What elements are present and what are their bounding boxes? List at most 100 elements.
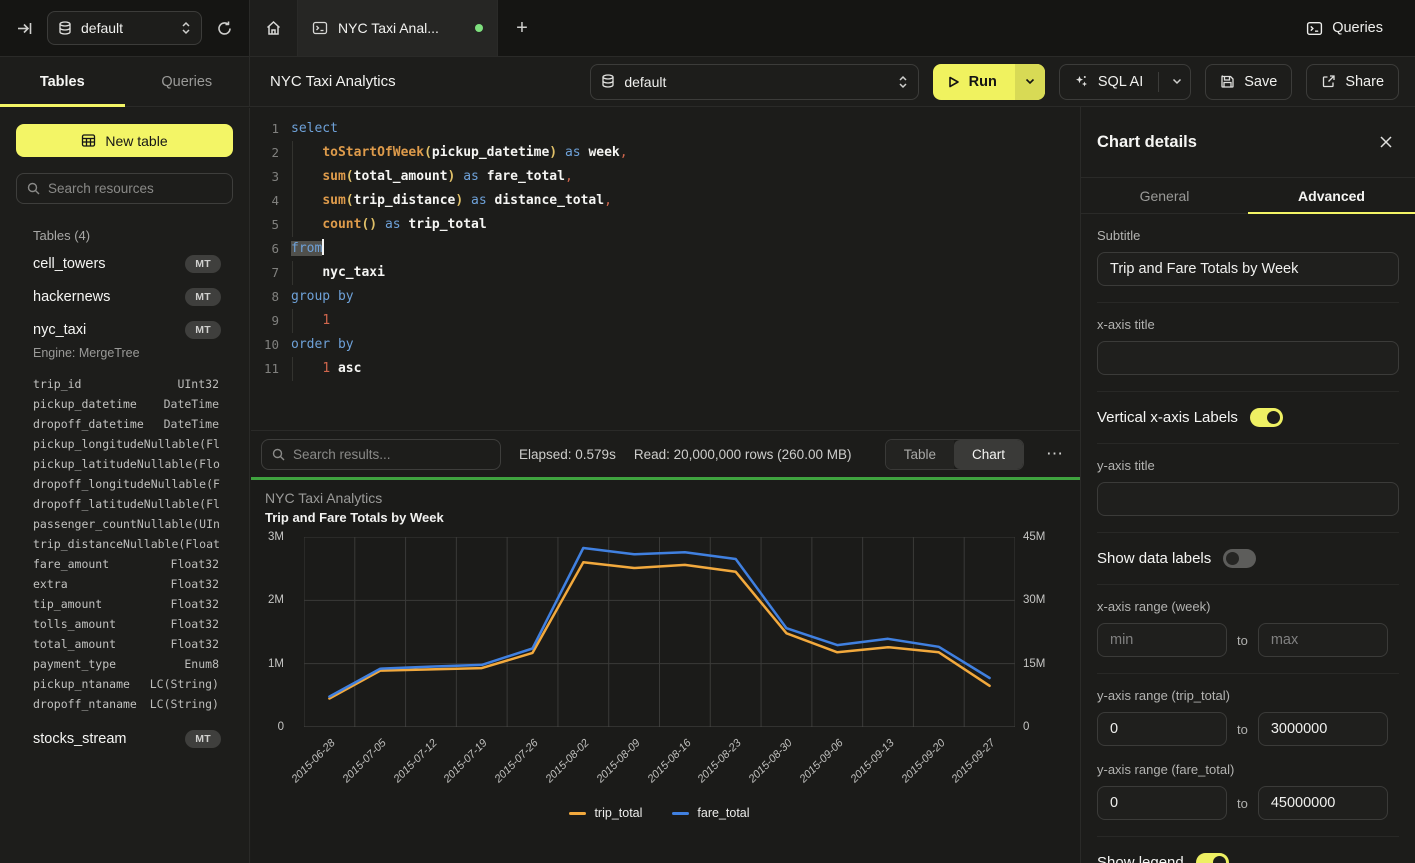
- sql-editor[interactable]: 1select2 toStartOfWeek(pickup_datetime) …: [251, 108, 1080, 430]
- collapse-sidebar-icon[interactable]: [16, 20, 33, 37]
- table-item-stocks-stream[interactable]: stocks_stream MT: [16, 722, 233, 755]
- run-label: Run: [969, 74, 997, 90]
- y-range-trip-max-input[interactable]: [1258, 712, 1388, 746]
- tab-strip: NYC Taxi Anal... +: [250, 0, 1294, 56]
- y-range-fare-min-input[interactable]: [1097, 786, 1227, 820]
- show-legend-label: Show legend: [1097, 854, 1184, 863]
- code-line: 5 count() as trip_total: [251, 213, 1080, 237]
- view-toggle-chart[interactable]: Chart: [954, 440, 1023, 469]
- new-table-button[interactable]: New table: [16, 124, 233, 157]
- column-row: tip_amountFloat32: [33, 594, 219, 614]
- share-label: Share: [1345, 74, 1384, 90]
- legend-item-trip-total[interactable]: trip_total: [569, 806, 642, 820]
- queries-top-label: Queries: [1332, 20, 1383, 36]
- close-icon[interactable]: [1379, 135, 1393, 149]
- y-axis-range-fare-group: y-axis range (fare_total) to: [1097, 762, 1399, 837]
- y-axis-range-fare-label: y-axis range (fare_total): [1097, 762, 1399, 777]
- database-selector[interactable]: default: [47, 11, 202, 45]
- code-line: 10order by: [251, 333, 1080, 357]
- new-table-label: New table: [105, 133, 167, 149]
- y-axis-range-trip-label: y-axis range (trip_total): [1097, 688, 1399, 703]
- column-row: pickup_longitudeNullable(Fl: [33, 434, 219, 454]
- y-tick-left: 0: [251, 720, 293, 734]
- subtitle-input[interactable]: [1097, 252, 1399, 286]
- legend-item-fare-total[interactable]: fare_total: [672, 806, 749, 820]
- y-tick-right: 30M: [1023, 593, 1073, 607]
- table-name: hackernews: [33, 289, 185, 305]
- table-name: nyc_taxi: [33, 322, 185, 338]
- x-axis-title-input[interactable]: [1097, 341, 1399, 375]
- column-row: dropoff_datetimeDateTime: [33, 414, 219, 434]
- x-axis-title-field-group: x-axis title: [1097, 303, 1399, 392]
- engine-badge: MT: [185, 255, 221, 273]
- refresh-icon[interactable]: [216, 20, 233, 37]
- chart-details-title: Chart details: [1097, 133, 1197, 152]
- legend-label: fare_total: [697, 806, 749, 820]
- sql-ai-label: SQL AI: [1098, 74, 1143, 90]
- column-row: pickup_ntanameLC(String): [33, 674, 219, 694]
- database-icon: [601, 74, 615, 89]
- query-tab[interactable]: NYC Taxi Anal...: [298, 0, 498, 56]
- x-axis-title-label: x-axis title: [1097, 317, 1399, 332]
- top-bar: default NYC Taxi Anal...: [0, 0, 1415, 57]
- nyc-taxi-columns-list: trip_idUInt32pickup_datetimeDateTimedrop…: [16, 374, 233, 714]
- vertical-x-axis-labels-toggle[interactable]: [1250, 408, 1283, 427]
- sql-ai-button[interactable]: SQL AI: [1059, 64, 1191, 100]
- vertical-x-axis-labels-row: Vertical x-axis Labels: [1097, 392, 1399, 444]
- query-tab-title: NYC Taxi Anal...: [338, 20, 465, 36]
- tab-tables[interactable]: Tables: [0, 57, 125, 106]
- search-icon: [27, 182, 40, 195]
- chart-details-panel: Chart details General Advanced Subtitle …: [1080, 107, 1415, 863]
- show-legend-toggle[interactable]: [1196, 853, 1229, 863]
- column-row: fare_amountFloat32: [33, 554, 219, 574]
- y-axis-title-field-group: y-axis title: [1097, 444, 1399, 533]
- x-range-min-input[interactable]: [1097, 623, 1227, 657]
- updown-chevron-icon: [898, 75, 908, 89]
- x-range-max-input[interactable]: [1258, 623, 1388, 657]
- terminal-icon: [312, 20, 328, 36]
- new-tab-button[interactable]: +: [498, 0, 546, 56]
- text-cursor: [322, 239, 324, 255]
- y-tick-left: 2M: [251, 593, 293, 607]
- chart-details-tabs: General Advanced: [1081, 178, 1415, 214]
- page-title: NYC Taxi Analytics: [270, 73, 576, 90]
- chart-subtitle: Trip and Fare Totals by Week: [265, 510, 444, 525]
- database-selector-value: default: [81, 20, 172, 36]
- y-range-fare-max-input[interactable]: [1258, 786, 1388, 820]
- sql-ai-chevron-icon[interactable]: [1172, 78, 1182, 85]
- table-item-nyc-taxi[interactable]: nyc_taxi MT: [16, 313, 233, 346]
- tab-advanced[interactable]: Advanced: [1248, 178, 1415, 213]
- vertical-x-axis-labels-label: Vertical x-axis Labels: [1097, 409, 1238, 426]
- table-item-hackernews[interactable]: hackernews MT: [16, 280, 233, 313]
- tab-queries[interactable]: Queries: [125, 57, 250, 106]
- home-button[interactable]: [250, 0, 298, 56]
- save-label: Save: [1244, 74, 1277, 90]
- code-line: 4 sum(trip_distance) as distance_total,: [251, 189, 1080, 213]
- legend-swatch: [569, 812, 586, 815]
- tab-general[interactable]: General: [1081, 178, 1248, 213]
- view-toggle-table[interactable]: Table: [886, 440, 954, 469]
- run-dropdown-chevron[interactable]: [1015, 64, 1045, 100]
- queries-top-button[interactable]: Queries: [1294, 10, 1395, 46]
- column-row: pickup_datetimeDateTime: [33, 394, 219, 414]
- more-options-button[interactable]: ⋯: [1042, 444, 1068, 464]
- results-search-input[interactable]: [293, 447, 490, 462]
- table-name: cell_towers: [33, 256, 185, 272]
- show-data-labels-toggle[interactable]: [1223, 549, 1256, 568]
- topbar-left: default: [0, 0, 250, 56]
- header-database-selector[interactable]: default: [590, 64, 918, 100]
- code-line: 6from: [251, 237, 1080, 261]
- share-button[interactable]: Share: [1306, 64, 1399, 100]
- tables-section-label: Tables (4): [33, 228, 233, 243]
- y-range-trip-min-input[interactable]: [1097, 712, 1227, 746]
- run-button[interactable]: Run: [933, 64, 1045, 100]
- save-button[interactable]: Save: [1205, 64, 1292, 100]
- y-axis-title-input[interactable]: [1097, 482, 1399, 516]
- column-row: dropoff_ntanameLC(String): [33, 694, 219, 714]
- read-stat: Read: 20,000,000 rows (260.00 MB): [634, 447, 852, 462]
- y-tick-left: 3M: [251, 530, 293, 544]
- x-axis-range-label: x-axis range (week): [1097, 599, 1399, 614]
- resources-search-input[interactable]: [48, 181, 225, 196]
- y-tick-right: 0: [1023, 720, 1073, 734]
- table-item-cell-towers[interactable]: cell_towers MT: [16, 247, 233, 280]
